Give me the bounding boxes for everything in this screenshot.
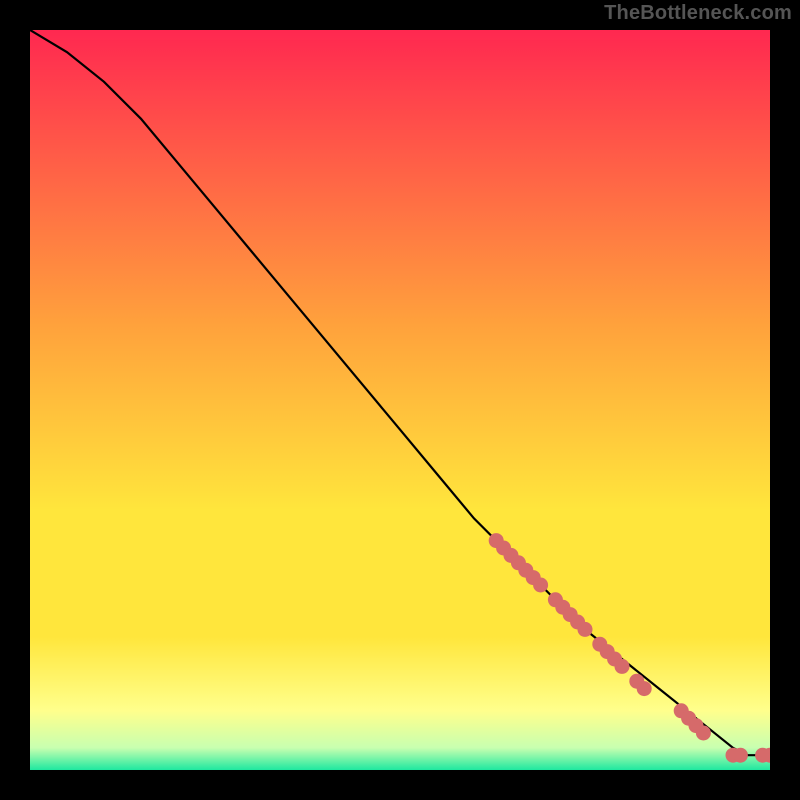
- data-dot: [615, 659, 630, 674]
- plot-svg: [30, 30, 770, 770]
- data-dot: [533, 578, 548, 593]
- watermark-text: TheBottleneck.com: [604, 2, 792, 25]
- data-dot: [578, 622, 593, 637]
- data-dot: [637, 681, 652, 696]
- chart-container: TheBottleneck.com: [0, 0, 800, 800]
- data-dot: [696, 726, 711, 741]
- data-dot: [733, 748, 748, 763]
- gradient-background: [30, 30, 770, 770]
- plot-area: [30, 30, 770, 770]
